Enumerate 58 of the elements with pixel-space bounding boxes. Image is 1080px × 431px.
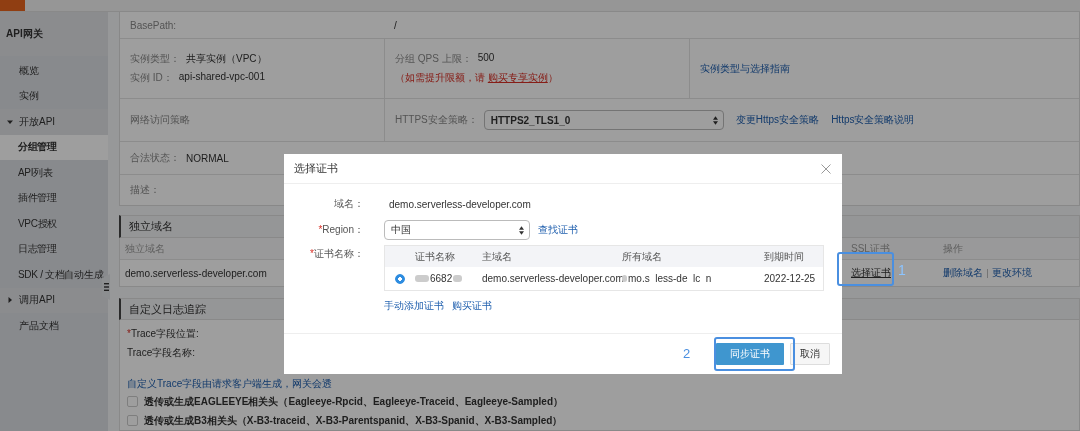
sidebar-item[interactable]: 插件管理	[0, 185, 108, 211]
action-link[interactable]: 删除域名	[943, 266, 983, 281]
region-select[interactable]: 中国	[384, 220, 530, 240]
checkbox-label: 透传或生成EAGLEEYE相关头（Eagleeye-Rpcid、Eagleeye-Traceid、Eagleeye-Sampled）	[144, 394, 564, 409]
sync-button[interactable]: 同步证书	[716, 343, 784, 365]
field-label: *证书名称：	[309, 247, 364, 261]
field-value: 共享实例（VPC）	[186, 52, 267, 66]
action-link[interactable]: 更改环境	[992, 266, 1032, 281]
cancel-button[interactable]: 取消	[790, 343, 830, 365]
field-value: NORMAL	[186, 152, 229, 164]
section-title: 独立域名	[129, 219, 173, 235]
field-label: HTTPS安全策略：	[395, 113, 478, 127]
field-label: 实例类型：	[130, 52, 180, 66]
field-label: 合法状态：	[130, 151, 180, 165]
sidebar-item[interactable]: API列表	[0, 160, 108, 186]
field-label: 描述：	[130, 183, 160, 197]
column-header: 所有域名	[622, 249, 663, 264]
policy-select[interactable]: HTTPS2_TLS1_0	[483, 110, 724, 130]
find-cert-link[interactable]: 查找证书	[538, 223, 578, 237]
policy-link[interactable]: Https安全策略说明	[831, 113, 915, 127]
step-number: 1	[898, 262, 906, 278]
sidebar-item[interactable]: 产品文档	[0, 313, 108, 339]
column-header: 主域名	[482, 249, 513, 264]
hint-text: 自定义Trace字段由请求客户端生成，网关会透	[127, 377, 333, 391]
sidebar-item[interactable]: 概览	[0, 58, 108, 84]
buy-link[interactable]: 购买专享实例	[487, 72, 548, 83]
field-value: /	[394, 19, 397, 31]
field-label: Trace字段名称:	[127, 345, 195, 360]
cert-link[interactable]: 手动添加证书	[384, 299, 444, 313]
field-label: 网络访问策略	[130, 113, 190, 127]
table-cell: 6682	[430, 273, 453, 284]
field-label: *Trace字段位置:	[127, 326, 199, 341]
field-label: *Region：	[317, 223, 364, 237]
table-cell-text: 2022-12-25	[764, 273, 817, 284]
table-cell: demo.serverless-developer.com	[125, 267, 267, 279]
sidebar-item[interactable]: VPC授权	[0, 211, 108, 237]
sidebar-item[interactable]: 实例	[0, 83, 108, 109]
checkbox-label: 透传或生成B3相关头（X-B3-traceid、X-B3-Parentspanid、X-B3-Spanid、X-B3-Sampled）	[144, 413, 563, 428]
choose-cert-link[interactable]: 选择证书	[851, 267, 891, 279]
policy-link[interactable]: 变更Https安全策略	[735, 113, 820, 127]
cert-link[interactable]: 购买证书	[452, 299, 492, 313]
guide-link[interactable]: 实例类型与选择指南	[700, 61, 790, 76]
column-header: 到期时间	[764, 249, 805, 264]
field-value: 500	[477, 52, 495, 65]
dialog-title: 选择证书	[294, 161, 338, 176]
table-cell: mo.s less-de lc n	[628, 273, 712, 284]
field-label: 域名：	[333, 197, 364, 211]
field-label: 实例 ID：	[130, 71, 173, 85]
column-header: 证书名称	[415, 249, 456, 264]
step-number: 2	[683, 346, 691, 361]
table-cell: demo.serverless-developer.com	[482, 273, 622, 284]
field-label: BasePath:	[130, 19, 177, 31]
limit-note: （如需提升限额，请 购买专享实例）	[395, 71, 558, 85]
sidebar-item[interactable]: 分组管理	[0, 134, 108, 160]
field-value: demo.serverless-developer.com	[389, 198, 531, 210]
field-value: api-shared-vpc-001	[178, 71, 265, 84]
sidebar-item[interactable]: 日志管理	[0, 236, 108, 262]
section-title: 自定义日志追踪	[129, 301, 206, 317]
